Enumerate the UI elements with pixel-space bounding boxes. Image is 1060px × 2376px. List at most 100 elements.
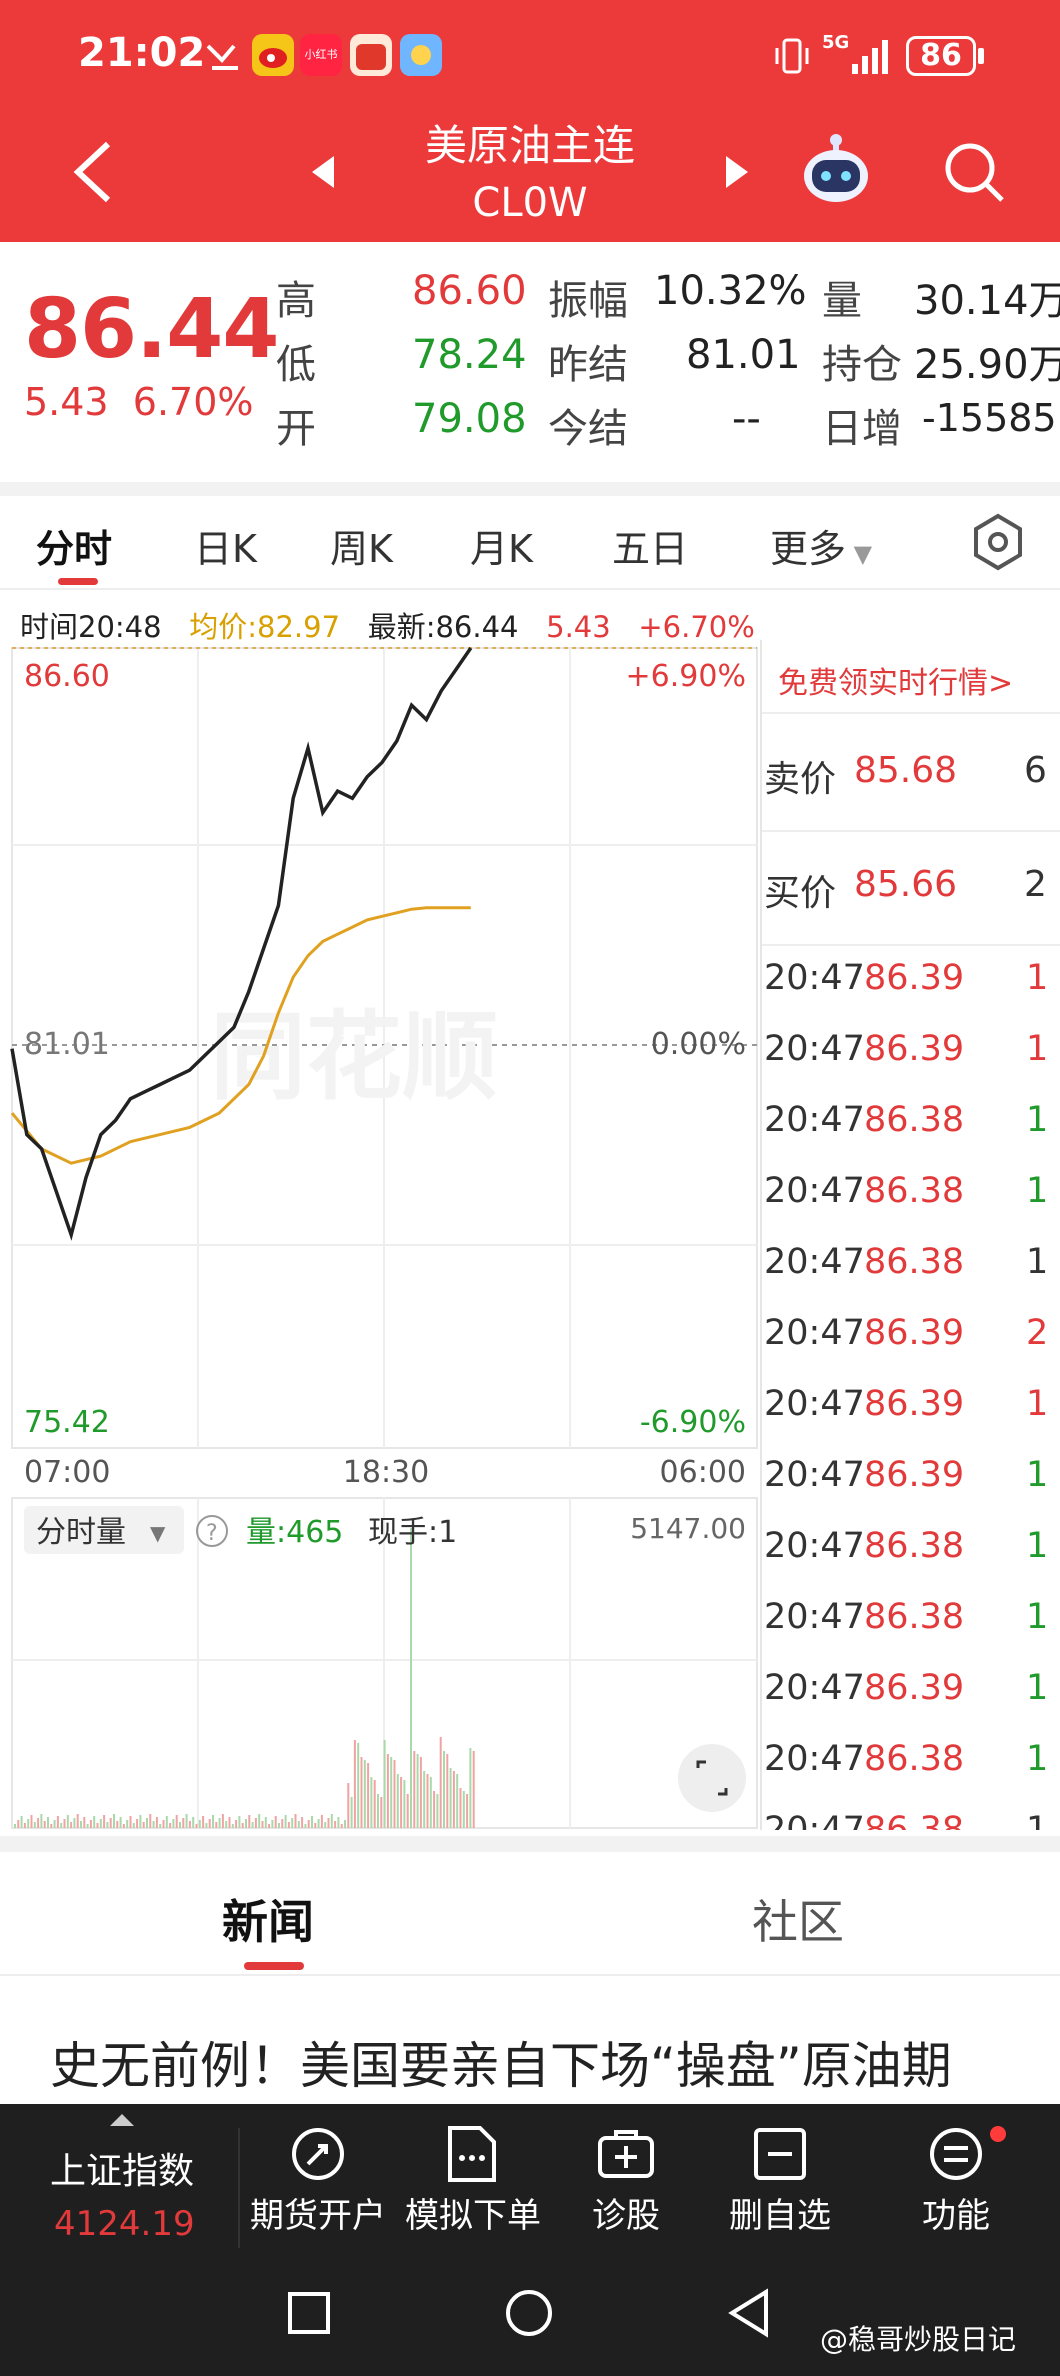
trade-price: 86.39 (864, 1313, 965, 1353)
diagnose-icon (598, 2130, 654, 2178)
volume-label: 量 (822, 278, 862, 324)
chevron-up-icon[interactable] (108, 2112, 136, 2128)
trade-row: 20:47 86.38 1 (764, 1585, 1054, 1655)
open-interest-value: 25.90万 (914, 342, 1060, 388)
settle-value: -- (732, 396, 761, 442)
trade-price: 86.39 (864, 1384, 965, 1424)
trade-price: 86.39 (864, 958, 965, 998)
battery-tip (978, 48, 984, 64)
trade-row: 20:47 86.38 1 (764, 1159, 1054, 1229)
tab-monthly-k[interactable]: 月K (470, 518, 533, 573)
bid-qty: 2 (1024, 864, 1047, 905)
robot-assistant-icon[interactable] (800, 130, 872, 210)
tab-weekly-k[interactable]: 周K (330, 518, 393, 573)
search-icon[interactable] (940, 138, 1010, 208)
trade-qty: 1 (1026, 1668, 1049, 1708)
pinduoduo-icon (350, 34, 392, 76)
trade-qty: 1 (1026, 1739, 1049, 1779)
daily-increase-value: -15585 (922, 396, 1057, 440)
trade-row: 20:47 86.39 2 (764, 1301, 1054, 1371)
tab-news[interactable]: 新闻 (222, 1886, 314, 1952)
weather-icon (400, 34, 442, 76)
info-change-pct: +6.70% (638, 610, 755, 644)
notification-dot (990, 2126, 1006, 2142)
news-tab-indicator (244, 1962, 304, 1970)
toolbar-divider (238, 2128, 240, 2248)
vibrate-icon (775, 38, 809, 74)
promo-divider (762, 712, 1060, 714)
change-percent: 6.70% (132, 380, 254, 424)
trade-price: 86.38 (864, 1739, 965, 1779)
bid-price: 85.66 (854, 864, 958, 905)
trade-time: 20:47 (764, 1100, 865, 1140)
mock-order-button[interactable]: 模拟下单 (398, 2188, 548, 2237)
tab-intraday[interactable]: 分时 (36, 518, 112, 573)
trade-row: 20:47 86.39 1 (764, 1017, 1054, 1087)
trade-price: 86.38 (864, 1171, 965, 1211)
tab-more[interactable]: 更多 ▼ (770, 518, 872, 573)
trade-time: 20:47 (764, 1668, 865, 1708)
next-contract-icon[interactable] (722, 152, 752, 192)
trade-qty: 2 (1026, 1313, 1049, 1353)
recent-apps-icon[interactable] (286, 2290, 332, 2336)
trade-qty: 1 (1026, 1597, 1049, 1637)
prev-settle-label: 昨结 (548, 342, 628, 388)
y-high-label: 86.60 (24, 659, 110, 694)
trade-price: 86.39 (864, 1668, 965, 1708)
trade-time: 20:47 (764, 1455, 865, 1495)
home-icon[interactable] (504, 2288, 554, 2338)
ask-label: 卖价 (764, 759, 837, 800)
tab-more-label: 更多 (770, 527, 847, 571)
ask-qty: 6 (1024, 750, 1047, 791)
tab-community[interactable]: 社区 (752, 1886, 844, 1952)
trade-price: 86.39 (864, 1455, 965, 1495)
trade-price: 86.38 (864, 1100, 965, 1140)
y-high-pct: +6.90% (626, 659, 746, 694)
trade-qty: 1 (1026, 1029, 1049, 1069)
trade-row: 20:47 86.39 1 (764, 1443, 1054, 1513)
tab-daily-k[interactable]: 日K (194, 518, 257, 573)
section-divider-2 (0, 1836, 1060, 1852)
ask-divider (762, 830, 1060, 832)
high-label: 高 (276, 278, 316, 324)
trade-price: 86.39 (864, 1029, 965, 1069)
trade-time: 20:47 (764, 1810, 865, 1830)
settle-label: 今结 (548, 406, 628, 452)
last-price: 86.44 (24, 282, 279, 377)
index-name[interactable]: 上证指数 (50, 2142, 194, 2194)
trade-row: 20:47 86.38 1 (764, 1088, 1054, 1158)
info-avg-price: 均价:82.97 (189, 610, 341, 644)
settings-hexagon-icon[interactable] (970, 512, 1026, 572)
news-divider (0, 1974, 1060, 1976)
trade-row: 20:47 86.38 1 (764, 1230, 1054, 1300)
signal-icon (852, 40, 888, 74)
trade-row: 20:47 86.38 1 (764, 1798, 1054, 1830)
contract-title: 美原油主连 (424, 121, 635, 170)
news-headline[interactable]: 史无前例！美国要亲自下场“操盘”原油期 (50, 2026, 952, 2098)
trade-row: 20:47 86.39 1 (764, 1656, 1054, 1726)
functions-menu-icon (930, 2128, 982, 2180)
trade-qty: 1 (1026, 1171, 1049, 1211)
section-divider (0, 482, 1060, 496)
app-header: 21:02 小红书 5G 86 美原油主连 CL0W (0, 0, 1060, 242)
free-realtime-link[interactable]: 免费领实时行情> (778, 658, 1013, 702)
futures-account-button[interactable]: 期货开户 (246, 2188, 390, 2237)
remove-watchlist-icon (754, 2128, 806, 2180)
remove-watchlist-button[interactable]: 删自选 (722, 2188, 838, 2237)
trade-qty: 1 (1026, 1810, 1049, 1830)
low-value: 78.24 (412, 332, 527, 378)
functions-button[interactable]: 功能 (906, 2188, 1006, 2237)
prev-settle-value: 81.01 (686, 332, 801, 378)
status-time: 21:02 (78, 30, 206, 76)
tab-five-day[interactable]: 五日 (612, 518, 688, 573)
trade-qty: 1 (1026, 1384, 1049, 1424)
back-nav-icon[interactable] (726, 2288, 772, 2338)
mock-order-icon (448, 2126, 496, 2182)
trade-row: 20:47 86.38 1 (764, 1727, 1054, 1797)
trade-time: 20:47 (764, 1029, 865, 1069)
xiaohongshu-icon: 小红书 (300, 34, 342, 76)
trade-time: 20:47 (764, 1739, 865, 1779)
info-time: 时间20:48 (20, 610, 162, 644)
diagnose-button[interactable]: 诊股 (576, 2188, 676, 2237)
trade-qty: 1 (1026, 1526, 1049, 1566)
